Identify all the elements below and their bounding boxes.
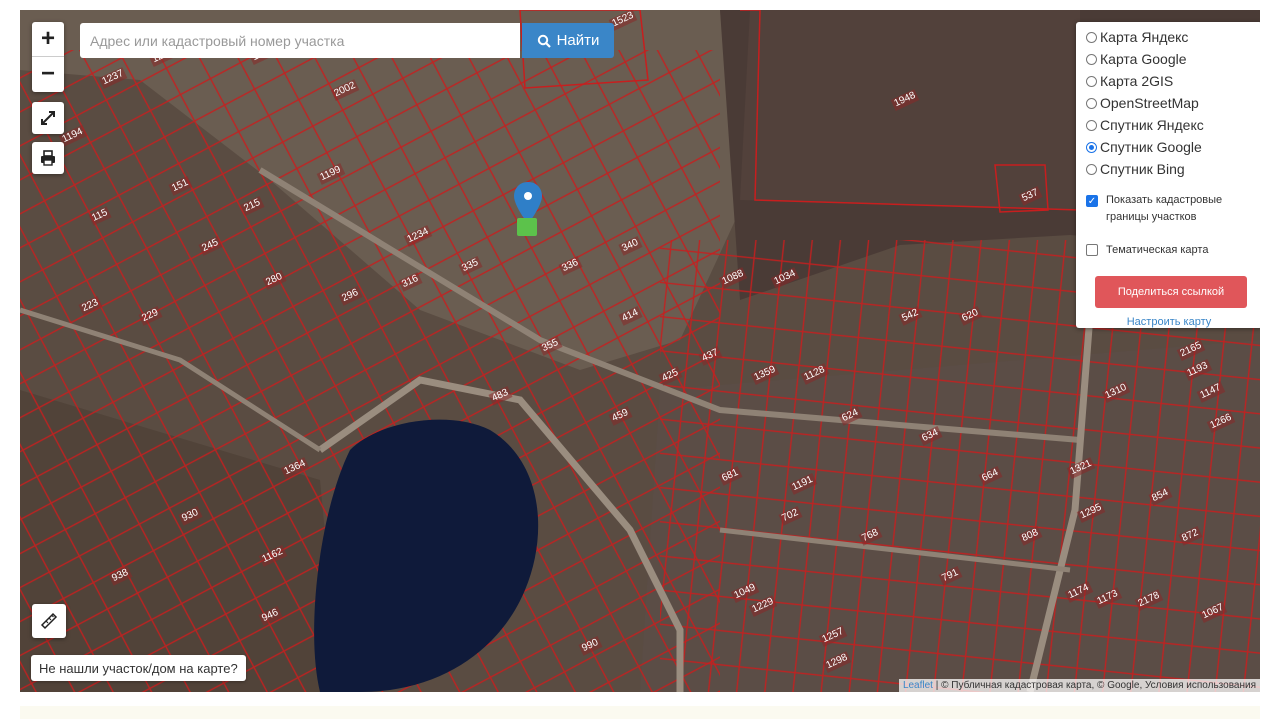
checkbox-icon (1086, 244, 1098, 256)
layer-option-yandex-map[interactable]: Карта Яндекс (1086, 29, 1188, 45)
zoom-in-button[interactable]: + (32, 22, 64, 56)
layer-option-2gis-map[interactable]: Карта 2GIS (1086, 73, 1173, 89)
show-cadastral-label: Показать кадастровые границы участков (1106, 194, 1223, 223)
fullscreen-button[interactable] (32, 102, 64, 134)
satellite-map[interactable]: 1523194819392002119912341088103413101321… (20, 10, 1260, 692)
ruler-icon (40, 612, 58, 630)
layer-option-yandex-satellite[interactable]: Спутник Яндекс (1086, 117, 1204, 133)
configure-map-link[interactable]: Настроить карту (1076, 316, 1260, 328)
radio-icon (1086, 53, 1097, 65)
fullscreen-icon (41, 111, 55, 125)
radio-icon (1086, 119, 1097, 131)
radio-icon (1086, 163, 1097, 175)
layer-option-google-satellite[interactable]: Спутник Google (1086, 139, 1202, 155)
layer-label: Спутник Bing (1100, 161, 1185, 177)
ruler-button[interactable] (32, 604, 66, 638)
layer-option-google-map[interactable]: Карта Google (1086, 51, 1187, 67)
search-icon (537, 34, 551, 48)
layer-switcher-panel: Карта Яндекс Карта Google Карта 2GIS Ope… (1076, 22, 1260, 328)
search-input[interactable] (80, 23, 520, 58)
zoom-out-button[interactable]: − (32, 57, 64, 91)
checkbox-checked-icon: ✓ (1086, 195, 1098, 207)
leaflet-link[interactable]: Leaflet (903, 680, 933, 691)
map-attribution: Leaflet | © Публичная кадастровая карта,… (898, 679, 1260, 692)
print-icon (41, 150, 55, 166)
layer-label: Карта Google (1100, 51, 1187, 67)
radio-selected-icon (1086, 141, 1097, 153)
share-link-button[interactable]: Поделиться ссылкой (1095, 276, 1247, 308)
not-found-link[interactable]: Не нашли участок/дом на карте? (31, 655, 246, 681)
layer-label: Карта 2GIS (1100, 73, 1174, 89)
zoom-control: + − (32, 22, 64, 92)
layer-label: Спутник Google (1100, 139, 1202, 155)
layer-label: Спутник Яндекс (1100, 117, 1204, 133)
thematic-map-checkbox[interactable]: Тематическая карта (1086, 244, 1208, 256)
thematic-map-label: Тематическая карта (1106, 244, 1209, 256)
radio-icon (1086, 31, 1097, 43)
page-bottom-strip (20, 706, 1260, 719)
attribution-text: | © Публичная кадастровая карта, © Googl… (932, 680, 1256, 691)
search-button[interactable]: Найти (522, 23, 614, 58)
search-button-label: Найти (556, 32, 600, 49)
layer-option-bing-satellite[interactable]: Спутник Bing (1086, 161, 1185, 177)
layer-option-openstreetmap[interactable]: OpenStreetMap (1086, 95, 1199, 111)
show-cadastral-checkbox[interactable]: ✓ Показать кадастровые границы участков (1086, 192, 1256, 226)
radio-icon (1086, 75, 1097, 87)
radio-icon (1086, 97, 1097, 109)
layer-label: Карта Яндекс (1100, 29, 1189, 45)
print-button[interactable] (32, 142, 64, 174)
layer-label: OpenStreetMap (1100, 95, 1199, 111)
